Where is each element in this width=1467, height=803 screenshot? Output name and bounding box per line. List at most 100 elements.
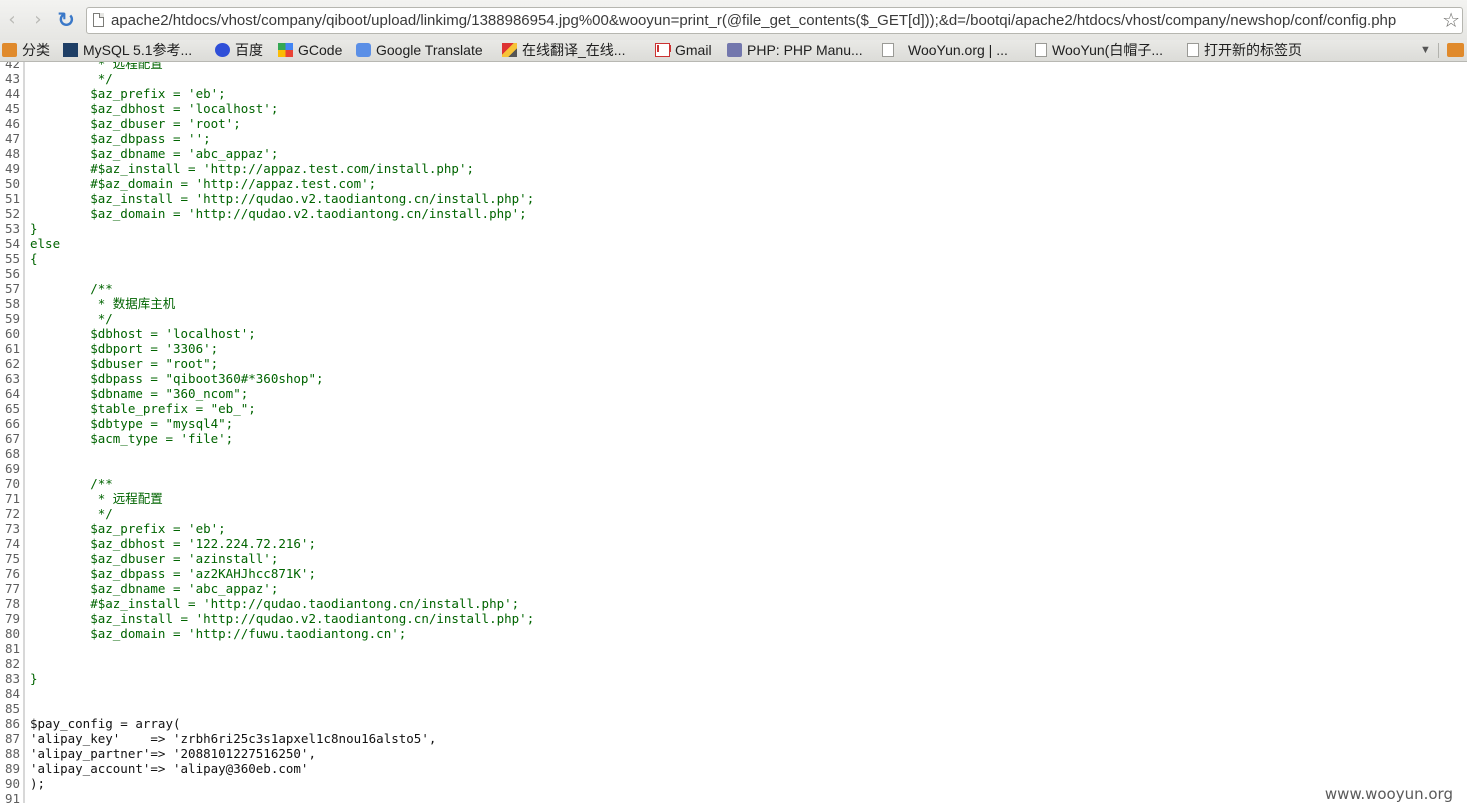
gutter-divider xyxy=(23,581,25,596)
code-line: 74 $az_dbhost = '122.224.72.216'; xyxy=(0,536,534,551)
bookmark-label: WooYun.org | ... xyxy=(908,42,1008,58)
code-text: /** xyxy=(30,281,113,296)
bookmark-google-translate[interactable]: Google Translate xyxy=(356,40,483,61)
line-number: 83 xyxy=(0,671,20,686)
bookmark-online-translate[interactable]: 在线翻译_在线... xyxy=(502,40,625,61)
code-line: 82 xyxy=(0,656,534,671)
gutter-divider xyxy=(23,281,25,296)
gutter-divider xyxy=(23,521,25,536)
bookmark-gmail[interactable]: Gmail xyxy=(655,40,712,61)
code-text: $dbport = '3306'; xyxy=(30,341,219,356)
line-number: 89 xyxy=(0,761,20,776)
gutter-divider xyxy=(23,101,25,116)
address-bar[interactable]: apache2/htdocs/vhost/company/qiboot/uplo… xyxy=(86,7,1463,34)
gutter-divider xyxy=(23,476,25,491)
bookmark-folder-categories[interactable]: 分类 xyxy=(2,40,50,61)
source-code-view: 42 * 远程配置 43 */44 $az_prefix = 'eb'; 45 $a… xyxy=(0,62,1467,803)
code-line: 64 $dbname = "360_ncom"; xyxy=(0,386,534,401)
code-text: $az_dbhost = '122.224.72.216'; xyxy=(30,536,316,551)
bookmark-wooyun-org[interactable]: WooYun.org | ... xyxy=(882,40,1008,61)
code-text: $acm_type = 'file'; xyxy=(30,431,234,446)
gutter-divider xyxy=(23,401,25,416)
gutter-divider xyxy=(23,686,25,701)
code-text: $dbname = "360_ncom"; xyxy=(30,386,249,401)
bookmark-php-manual[interactable]: PHP: PHP Manu... xyxy=(727,40,863,61)
bookmark-label: Gmail xyxy=(675,42,712,58)
code-text: * 远程配置 xyxy=(30,62,163,71)
line-number: 47 xyxy=(0,131,20,146)
translate-site-icon xyxy=(502,43,517,57)
code-line: 88 'alipay_partner'=> '2088101227516250', xyxy=(0,746,534,761)
gutter-divider xyxy=(23,446,25,461)
line-number: 45 xyxy=(0,101,20,116)
line-number: 51 xyxy=(0,191,20,206)
reload-icon[interactable]: ↻ xyxy=(54,8,78,32)
gutter-divider xyxy=(23,536,25,551)
code-text: } xyxy=(30,671,38,686)
chevron-down-icon[interactable]: ▼ xyxy=(1420,40,1431,60)
google-code-icon xyxy=(278,43,293,57)
code-text: $az_dbpass = ''; xyxy=(30,131,211,146)
code-lines: 42 * 远程配置 43 */44 $az_prefix = 'eb'; 45 $a… xyxy=(0,62,534,803)
code-line: 73 $az_prefix = 'eb'; xyxy=(0,521,534,536)
code-text: $dbhost = 'localhost'; xyxy=(30,326,256,341)
code-text: #$az_install = 'http://qudao.taodiantong… xyxy=(30,596,520,611)
line-number: 66 xyxy=(0,416,20,431)
line-number: 85 xyxy=(0,701,20,716)
code-text: $dbtype = "mysql4"; xyxy=(30,416,234,431)
gutter-divider xyxy=(23,731,25,746)
bookmark-star-icon[interactable]: ☆ xyxy=(1442,9,1460,31)
code-line: 57 /** xyxy=(0,281,534,296)
line-number: 68 xyxy=(0,446,20,461)
bookmark-new-tab-page[interactable]: 打开新的标签页 xyxy=(1187,40,1302,61)
line-number: 78 xyxy=(0,596,20,611)
page-icon xyxy=(1187,43,1199,57)
code-text: { xyxy=(30,251,38,266)
gutter-divider xyxy=(23,746,25,761)
code-line: 63 $dbpass = "qiboot360#*360shop"; xyxy=(0,371,534,386)
bookmark-mysql-manual[interactable]: MySQL 5.1参考... xyxy=(63,40,192,61)
line-number: 75 xyxy=(0,551,20,566)
code-text: * 数据库主机 xyxy=(30,296,176,311)
forward-arrow-icon[interactable]: › xyxy=(26,8,50,32)
bookmark-baidu[interactable]: 百度 xyxy=(215,40,263,61)
php-icon xyxy=(727,43,742,57)
browser-toolbar: ‹ › ↻ apache2/htdocs/vhost/company/qiboo… xyxy=(0,0,1467,40)
code-line: 79 $az_install = 'http://qudao.v2.taodia… xyxy=(0,611,534,626)
gutter-divider xyxy=(23,761,25,776)
code-line: 81 xyxy=(0,641,534,656)
code-line: 43 */ xyxy=(0,71,534,86)
code-text: #$az_install = 'http://appaz.test.com/in… xyxy=(30,161,475,176)
code-line: 87 'alipay_key' => 'zrbh6ri25c3s1apxel1c8… xyxy=(0,731,534,746)
code-line: 48 $az_dbname = 'abc_appaz'; xyxy=(0,146,534,161)
code-text: $az_dbname = 'abc_appaz'; xyxy=(30,581,279,596)
gutter-divider xyxy=(23,266,25,281)
gutter-divider xyxy=(23,776,25,791)
gutter-divider xyxy=(23,416,25,431)
other-bookmarks-folder-icon[interactable] xyxy=(1447,43,1464,57)
back-arrow-icon[interactable]: ‹ xyxy=(0,8,24,32)
code-line: 45 $az_dbhost = 'localhost'; xyxy=(0,101,534,116)
bookmark-gcode[interactable]: GCode xyxy=(278,40,342,61)
bookmark-label: 百度 xyxy=(235,42,263,58)
code-line: 70 /** xyxy=(0,476,534,491)
code-line: 72 */ xyxy=(0,506,534,521)
code-line: 44 $az_prefix = 'eb'; xyxy=(0,86,534,101)
gutter-divider xyxy=(23,371,25,386)
url-text[interactable]: apache2/htdocs/vhost/company/qiboot/uplo… xyxy=(111,11,1436,30)
bookmark-wooyun-whitehat[interactable]: WooYun(白帽子... xyxy=(1035,40,1163,61)
line-number: 42 xyxy=(0,62,20,71)
code-line: 54 else xyxy=(0,236,534,251)
gutter-divider xyxy=(23,116,25,131)
page-icon xyxy=(93,13,104,27)
line-number: 84 xyxy=(0,686,20,701)
gutter-divider xyxy=(23,491,25,506)
gutter-divider xyxy=(23,86,25,101)
code-line: 59 */ xyxy=(0,311,534,326)
code-line: 89 'alipay_account'=> 'alipay@360eb.com' xyxy=(0,761,534,776)
bookmark-label: MySQL 5.1参考... xyxy=(83,42,193,58)
line-number: 90 xyxy=(0,776,20,791)
line-number: 63 xyxy=(0,371,20,386)
gutter-divider xyxy=(23,626,25,641)
code-text: $az_prefix = 'eb'; xyxy=(30,86,226,101)
